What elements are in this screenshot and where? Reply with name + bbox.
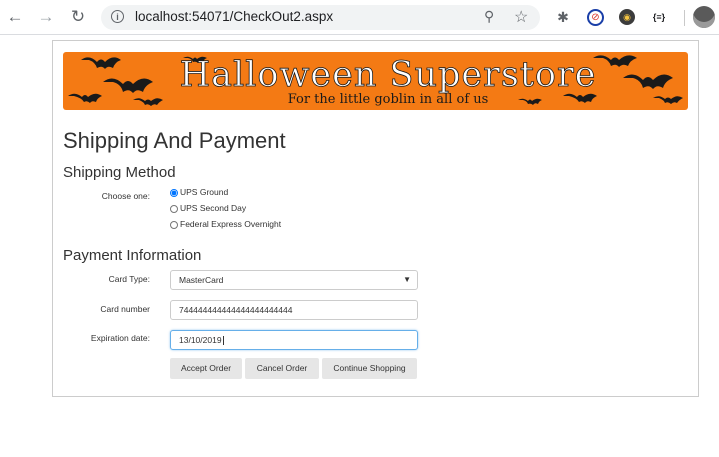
blocker-icon[interactable]: ⊘ (587, 9, 604, 26)
shipping-method-heading: Shipping Method (63, 164, 176, 181)
cancel-order-button[interactable]: Cancel Order (245, 358, 319, 379)
banner-title: Halloween Superstore (179, 55, 597, 96)
ups-second-day-radio[interactable] (170, 204, 178, 213)
card-number-input[interactable]: 744444444444444444444444 (170, 300, 418, 320)
expiration-date-value: 13/10/2019 (179, 335, 222, 345)
expiration-date-label: Expiration date: (90, 333, 150, 343)
text-cursor (222, 336, 224, 346)
address-bar[interactable]: i localhost:54071/CheckOut2.aspx ⚲ ☆ (101, 5, 540, 30)
address-url[interactable]: localhost:54071/CheckOut2.aspx (135, 9, 333, 24)
card-type-label: Card Type: (108, 274, 150, 284)
zoom-icon[interactable]: ⚲ (484, 8, 494, 25)
shipping-option-ups-ground[interactable]: UPS Ground (170, 187, 228, 199)
reload-icon[interactable]: ↻ (68, 7, 88, 27)
accept-order-button[interactable]: Accept Order (170, 358, 242, 379)
ups-second-day-label: UPS Second Day (180, 203, 247, 213)
page-title: Shipping And Payment (63, 128, 286, 153)
shipping-option-ups-second-day[interactable]: UPS Second Day (170, 203, 246, 215)
ups-ground-radio[interactable] (170, 188, 178, 197)
card-number-label: Card number (100, 304, 150, 314)
browser-toolbar: ← → ↻ i localhost:54071/CheckOut2.aspx ⚲… (0, 0, 719, 35)
halloween-banner: Halloween Superstore For the little gobl… (63, 52, 688, 110)
card-type-select[interactable]: MasterCard ▼ (170, 270, 418, 290)
fedex-overnight-label: Federal Express Overnight (180, 219, 282, 229)
shield-extension-icon[interactable]: ◉ (619, 9, 635, 25)
card-type-value: MasterCard (179, 275, 224, 285)
banner-tagline: For the little goblin in all of us (287, 92, 489, 107)
choose-one-label: Choose one: (101, 191, 150, 201)
json-extension-icon[interactable]: {≡} (648, 9, 670, 25)
chevron-down-icon: ▼ (403, 275, 411, 284)
shipping-option-fedex-overnight[interactable]: Federal Express Overnight (170, 219, 281, 231)
back-arrow-icon[interactable]: ← (5, 7, 25, 27)
profile-avatar[interactable] (693, 6, 715, 28)
puzzle-icon[interactable]: ✱ (555, 9, 571, 25)
forward-arrow-icon[interactable]: → (36, 7, 56, 27)
expiration-date-input[interactable]: 13/10/2019 (170, 330, 418, 350)
continue-shopping-button[interactable]: Continue Shopping (322, 358, 417, 379)
fedex-overnight-radio[interactable] (170, 220, 178, 229)
checkout-container: Halloween Superstore For the little gobl… (52, 40, 699, 397)
bookmark-star-icon[interactable]: ☆ (514, 7, 528, 27)
toolbar-divider (684, 10, 685, 26)
payment-information-heading: Payment Information (63, 247, 202, 264)
site-info-icon[interactable]: i (111, 10, 124, 23)
ups-ground-label: UPS Ground (180, 187, 229, 197)
